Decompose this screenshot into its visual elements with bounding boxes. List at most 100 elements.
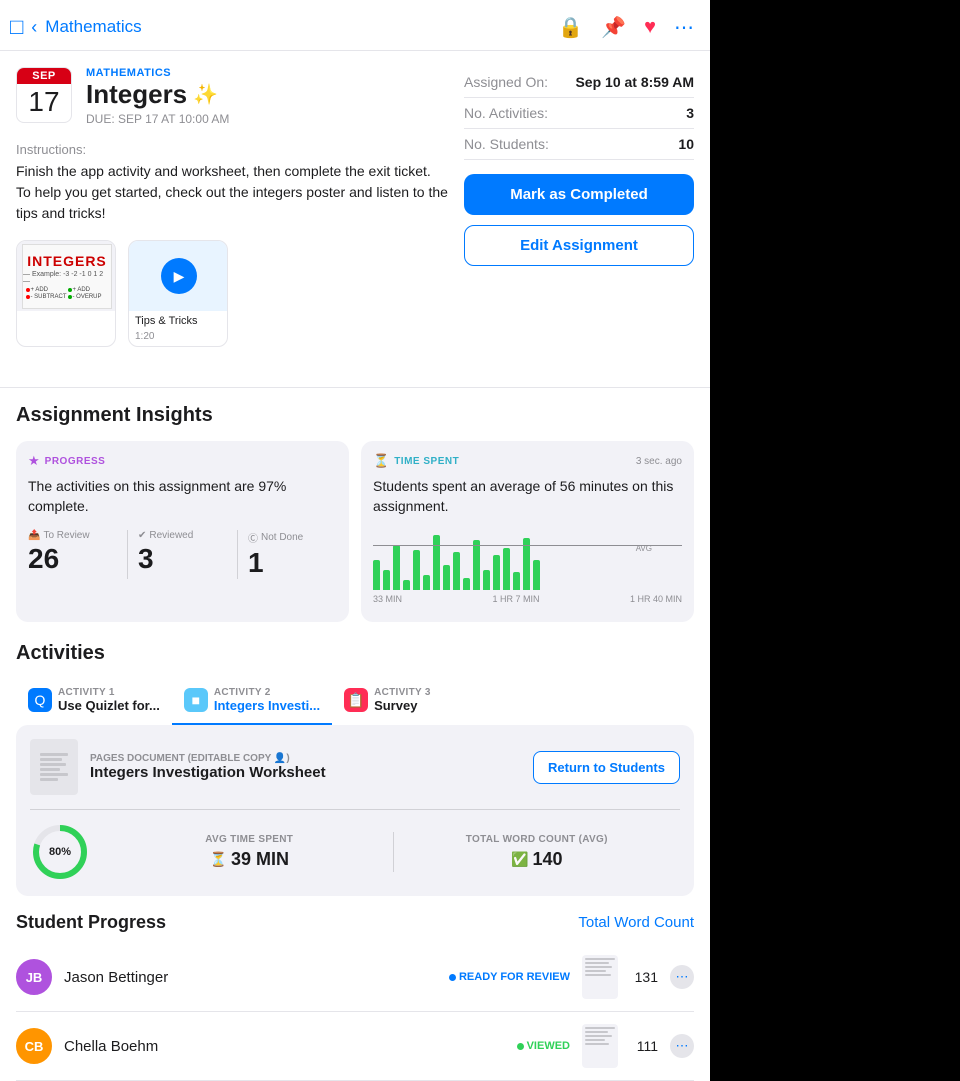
time-spent-card: ⏳ TIME SPENT 3 sec. ago Students spent a… (361, 441, 694, 622)
no-activities-label: No. Activities: (464, 105, 548, 121)
more-icon[interactable]: ⋯ (674, 15, 694, 40)
status-badge: VIEWED (517, 1040, 570, 1052)
student-word-count: 131 (630, 969, 658, 985)
avg-time-value: ⏳ 39 MIN (106, 849, 393, 870)
student-doc-thumbnail (582, 955, 618, 999)
chart-label-1: 33 MIN (373, 594, 402, 604)
chart-bar (433, 535, 440, 590)
chart-bar (373, 560, 380, 590)
chart-bar (383, 570, 390, 590)
nav-title[interactable]: Mathematics (45, 17, 141, 37)
chart-label-3: 1 HR 40 MIN (630, 594, 682, 604)
activity-2-name: Integers Investi... (214, 698, 320, 713)
instructions-text: Finish the app activity and worksheet, t… (16, 161, 448, 224)
progress-icon: ★ (28, 453, 40, 469)
doc-row: PAGES DOCUMENT (EDITABLE COPY 👤) Integer… (30, 739, 680, 795)
attachment-poster[interactable]: INTEGERS — Example: -3 -2 -1 0 1 2 — + A… (16, 240, 116, 347)
attachment-tips[interactable]: ▶ Tips & Tricks 1:20 (128, 240, 228, 347)
time-timestamp: 3 sec. ago (636, 456, 682, 467)
insights-grid: ★ PROGRESS The activities on this assign… (0, 441, 710, 622)
activity-2-number: ACTIVITY 2 (214, 687, 320, 698)
student-row: CB Chella Boehm VIEWED 111 ⋯ (16, 1012, 694, 1081)
reviewed-value: 3 (138, 543, 227, 575)
doc-type: PAGES DOCUMENT (EDITABLE COPY 👤) (90, 753, 521, 764)
subject-label: MATHEMATICS (86, 67, 229, 79)
chart-bar (483, 570, 490, 590)
return-to-students-button[interactable]: Return to Students (533, 751, 680, 784)
not-done-stat: Ⓒ Not Done 1 (248, 530, 337, 579)
activity-content: PAGES DOCUMENT (EDITABLE COPY 👤) Integer… (16, 725, 694, 896)
progress-text: The activities on this assignment are 97… (28, 477, 337, 516)
pin-icon[interactable]: 📌 (601, 15, 626, 40)
back-chevron-icon[interactable]: ‹ (31, 17, 37, 38)
activity-2-icon: ■ (184, 688, 208, 712)
chart-bar (413, 550, 420, 590)
word-count-header: TOTAL WORD COUNT (AVG) (394, 834, 681, 845)
activity-1-icon: Q (28, 688, 52, 712)
student-progress-header: Student Progress Total Word Count (0, 912, 710, 933)
activities-title: Activities (0, 642, 710, 665)
insights-title: Assignment Insights (0, 404, 710, 427)
status-badge: READY FOR REVIEW (449, 971, 570, 983)
sidebar-toggle-icon[interactable]: □ (10, 14, 23, 40)
avg-time-metric: AVG TIME SPENT ⏳ 39 MIN (106, 834, 393, 870)
student-name: Chella Boehm (64, 1038, 505, 1055)
activity-tab-3[interactable]: 📋 ACTIVITY 3 Survey (332, 679, 452, 725)
assigned-on-row: Assigned On: Sep 10 at 8:59 AM (464, 67, 694, 98)
tips-duration: 1:20 (129, 331, 227, 346)
mark-completed-button[interactable]: Mark as Completed (464, 174, 694, 215)
progress-card: ★ PROGRESS The activities on this assign… (16, 441, 349, 622)
word-count-metric: TOTAL WORD COUNT (AVG) ✅ 140 (394, 834, 681, 870)
chart-bar (423, 575, 430, 590)
student-more-button[interactable]: ⋯ (670, 965, 694, 989)
status-dot (449, 974, 456, 981)
chart-bar (403, 580, 410, 590)
chart-bar (443, 565, 450, 590)
activities-tabs: Q ACTIVITY 1 Use Quizlet for... ■ ACTIVI… (0, 679, 710, 725)
to-review-label: To Review (43, 530, 89, 541)
activity-tab-1[interactable]: Q ACTIVITY 1 Use Quizlet for... (16, 679, 172, 725)
assigned-on-label: Assigned On: (464, 74, 548, 90)
not-done-value: 1 (248, 547, 337, 579)
chart-label-2: 1 HR 7 MIN (492, 594, 539, 604)
status-dot (517, 1043, 524, 1050)
not-done-label: Not Done (261, 532, 303, 543)
to-review-value: 26 (28, 543, 117, 575)
word-count-value: ✅ 140 (394, 849, 681, 870)
no-activities-row: No. Activities: 3 (464, 98, 694, 129)
doc-name: Integers Investigation Worksheet (90, 764, 521, 781)
edit-assignment-button[interactable]: Edit Assignment (464, 225, 694, 266)
date-month: SEP (17, 68, 71, 84)
chart-bar (533, 560, 540, 590)
no-students-label: No. Students: (464, 136, 549, 152)
chart-bar (453, 552, 460, 590)
play-icon[interactable]: ▶ (161, 258, 197, 294)
attachments: INTEGERS — Example: -3 -2 -1 0 1 2 — + A… (16, 240, 448, 347)
time-icon: ⏳ (373, 453, 389, 469)
student-doc-thumbnail (582, 1024, 618, 1068)
chart-bar (463, 578, 470, 590)
progress-circle: 80% (30, 822, 90, 882)
time-chart: AVG 33 MIN 1 HR 7 MIN 1 HR 40 MIN (373, 530, 682, 610)
total-word-count-link[interactable]: Total Word Count (578, 914, 694, 931)
to-review-stat: 📤 To Review 26 (28, 530, 117, 579)
student-progress-title: Student Progress (16, 912, 166, 933)
time-category: TIME SPENT (394, 456, 459, 467)
lock-icon[interactable]: 🔒 (558, 15, 583, 40)
activity-3-name: Survey (374, 698, 431, 713)
chart-bar (513, 572, 520, 590)
student-row: JB Jason Bettinger READY FOR REVIEW 131 … (16, 943, 694, 1012)
avatar: CB (16, 1028, 52, 1064)
heart-icon[interactable]: ♥ (644, 16, 656, 39)
date-day: 17 (17, 84, 71, 122)
chart-bar (493, 555, 500, 590)
date-badge: SEP 17 (16, 67, 72, 123)
activity-1-name: Use Quizlet for... (58, 698, 160, 713)
tips-label: Tips & Tricks (129, 311, 227, 331)
instructions-label: Instructions: (16, 142, 448, 157)
activity-tab-2[interactable]: ■ ACTIVITY 2 Integers Investi... (172, 679, 332, 725)
student-more-button[interactable]: ⋯ (670, 1034, 694, 1058)
chart-bar (503, 548, 510, 590)
student-word-count: 111 (630, 1038, 658, 1054)
chart-bar (473, 540, 480, 590)
